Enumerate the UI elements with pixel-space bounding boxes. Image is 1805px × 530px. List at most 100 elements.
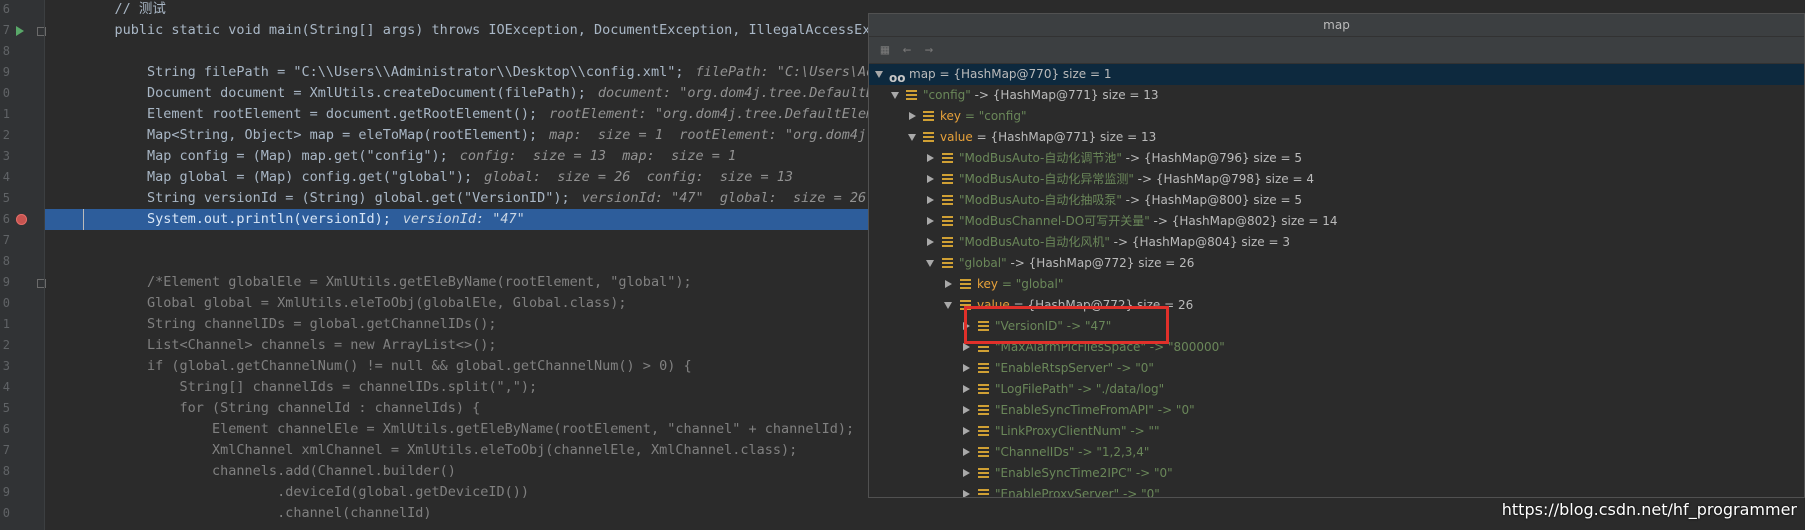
expand-arrow-icon[interactable]	[963, 448, 970, 456]
expand-arrow-icon[interactable]	[927, 217, 934, 225]
node-name: key	[940, 109, 962, 123]
popup-title[interactable]: map	[869, 14, 1804, 37]
tree-node[interactable]: key = "global"	[869, 274, 1804, 295]
entry-icon	[942, 258, 953, 269]
code-text: Map config = (Map) map.get("config");	[82, 148, 448, 164]
line-number: 0	[2, 86, 10, 100]
line-number: 4	[2, 170, 10, 184]
entry-icon	[978, 468, 989, 479]
tree-node[interactable]: "EnableSyncTimeFromAPI" -> "0"	[869, 400, 1804, 421]
tree-node[interactable]: "LinkProxyClientNum" -> ""	[869, 421, 1804, 442]
line-number: 7	[2, 233, 10, 247]
code-text: for (String channelId : channelIds) {	[82, 400, 481, 416]
expand-arrow-icon[interactable]	[927, 175, 934, 183]
expand-arrow-icon[interactable]	[927, 154, 934, 162]
code-text: Map global = (Map) config.get("global");	[82, 169, 473, 185]
tree-node[interactable]: "config" -> {HashMap@771} size = 13	[869, 85, 1804, 106]
debug-inline-value: versionId: "47" global: size = 26	[581, 190, 867, 206]
line-number: 9	[2, 275, 10, 289]
tree-node[interactable]: value = {HashMap@771} size = 13	[869, 127, 1804, 148]
line-number: 3	[2, 149, 10, 163]
line-number: 8	[2, 254, 10, 268]
entry-icon	[942, 195, 953, 206]
line-number: 6	[2, 212, 10, 226]
popup-toolbar: ▦ ← →	[869, 37, 1804, 64]
entry-icon	[978, 384, 989, 395]
expand-arrow-icon[interactable]	[963, 343, 970, 351]
debug-inline-value: global: size = 26 config: size = 13	[484, 169, 793, 185]
back-arrow-icon[interactable]: ←	[899, 42, 915, 58]
breakpoint-icon[interactable]	[16, 214, 27, 225]
entry-icon	[942, 216, 953, 227]
code-text: if (global.getChannelNum() != null && gl…	[82, 358, 692, 374]
expand-arrow-icon[interactable]	[875, 71, 883, 78]
expand-arrow-icon[interactable]	[908, 134, 916, 141]
tree-node[interactable]: "ModBusAuto-自动化风机" -> {HashMap@804} size…	[869, 232, 1804, 253]
code-text: String filePath = "C:\\Users\\Administra…	[82, 64, 684, 80]
entry-icon	[942, 153, 953, 164]
node-value: -> {HashMap@771} size = 13	[970, 88, 1159, 102]
node-value: = {HashMap@771} size = 13	[972, 130, 1157, 144]
tree-node[interactable]: "ModBusChannel-DO可写开关量" -> {HashMap@802}…	[869, 211, 1804, 232]
line-number: 8	[2, 44, 10, 58]
node-value: -> "0"	[1113, 361, 1154, 375]
variable-tree[interactable]: oo map = {HashMap@770} size = 1 "config"…	[869, 64, 1804, 497]
line-number: 9	[2, 65, 10, 79]
tree-node[interactable]: "ModBusAuto-自动化异常监测" -> {HashMap@798} si…	[869, 169, 1804, 190]
expand-arrow-icon[interactable]	[963, 364, 970, 372]
line-number: 9	[2, 485, 10, 499]
expand-arrow-icon[interactable]	[944, 302, 952, 309]
tree-node[interactable]: "EnableRtspServer" -> "0"	[869, 358, 1804, 379]
node-value: -> "0"	[1132, 466, 1173, 480]
node-name: "EnableProxyServer"	[995, 487, 1120, 497]
expand-arrow-icon[interactable]	[891, 92, 899, 99]
expand-arrow-icon[interactable]	[963, 427, 970, 435]
expand-arrow-icon[interactable]	[963, 469, 970, 477]
field-icon	[960, 279, 971, 290]
line-number: 5	[2, 191, 10, 205]
code-text: XmlChannel xmlChannel = XmlUtils.eleToOb…	[82, 442, 798, 458]
code-text: Element rootElement = document.getRootEl…	[82, 106, 538, 122]
expand-arrow-icon[interactable]	[963, 490, 970, 497]
node-name: value	[940, 130, 973, 144]
expand-arrow-icon[interactable]	[926, 260, 934, 267]
code-text: .channel(channelId)	[82, 505, 432, 521]
tree-node[interactable]: "ModBusAuto-自动化抽吸泵" -> {HashMap@800} siz…	[869, 190, 1804, 211]
code-text: Document document = XmlUtils.createDocum…	[82, 85, 586, 101]
expand-arrow-icon[interactable]	[927, 238, 934, 246]
code-text: String[] channelIds = channelIDs.split("…	[82, 379, 538, 395]
code-text: Global global = XmlUtils.eleToObj(global…	[82, 295, 627, 311]
watermark-text: https://blog.csdn.net/hf_programmer	[1501, 500, 1797, 519]
node-value: -> "0"	[1153, 403, 1195, 417]
expand-arrow-icon[interactable]	[927, 196, 934, 204]
tree-node[interactable]: "LogFilePath" -> "./data/log"	[869, 379, 1804, 400]
code-text: System.out.println(versionId);	[82, 211, 391, 227]
node-value: -> {HashMap@798} size = 4	[1133, 172, 1315, 186]
line-number: 1	[2, 107, 10, 121]
tree-node[interactable]: oo map = {HashMap@770} size = 1	[869, 64, 1804, 85]
tree-node[interactable]: "ModBusAuto-自动化调节池" -> {HashMap@796} siz…	[869, 148, 1804, 169]
tree-node[interactable]: "EnableSyncTime2IPC" -> "0"	[869, 463, 1804, 484]
node-name: "EnableRtspServer"	[995, 361, 1114, 375]
tree-node[interactable]: "global" -> {HashMap@772} size = 26	[869, 253, 1804, 274]
debug-variable-popup[interactable]: map ▦ ← → oo map = {HashMap@770} size = …	[868, 13, 1805, 498]
code-text: .deviceId(global.getDeviceID())	[82, 484, 530, 500]
tree-node[interactable]: "ChannelIDs" -> "1,2,3,4"	[869, 442, 1804, 463]
node-value: = {HashMap@770} size = 1	[935, 67, 1112, 81]
tree-node[interactable]: "EnableProxyServer" -> "0"	[869, 484, 1804, 497]
tree-node[interactable]: key = "config"	[869, 106, 1804, 127]
expand-arrow-icon[interactable]	[963, 385, 970, 393]
debug-inline-value: map: size = 1 rootElement: "org.dom4j.tr…	[549, 127, 907, 143]
node-value: -> {HashMap@804} size = 3	[1109, 235, 1291, 249]
forward-arrow-icon[interactable]: →	[921, 42, 937, 58]
code-text: List<Channel> channels = new ArrayList<>…	[82, 337, 497, 353]
expand-arrow-icon[interactable]	[909, 112, 916, 120]
pin-icon[interactable]: ▦	[877, 42, 893, 58]
run-icon[interactable]	[16, 26, 24, 36]
expand-arrow-icon[interactable]	[945, 280, 952, 288]
node-value: -> "1,2,3,4"	[1074, 445, 1150, 459]
expand-arrow-icon[interactable]	[963, 406, 970, 414]
code-text: String versionId = (String) global.get("…	[82, 190, 570, 206]
line-number: 7	[2, 443, 10, 457]
code-text: /*Element globalEle = XmlUtils.getEleByN…	[82, 274, 692, 290]
